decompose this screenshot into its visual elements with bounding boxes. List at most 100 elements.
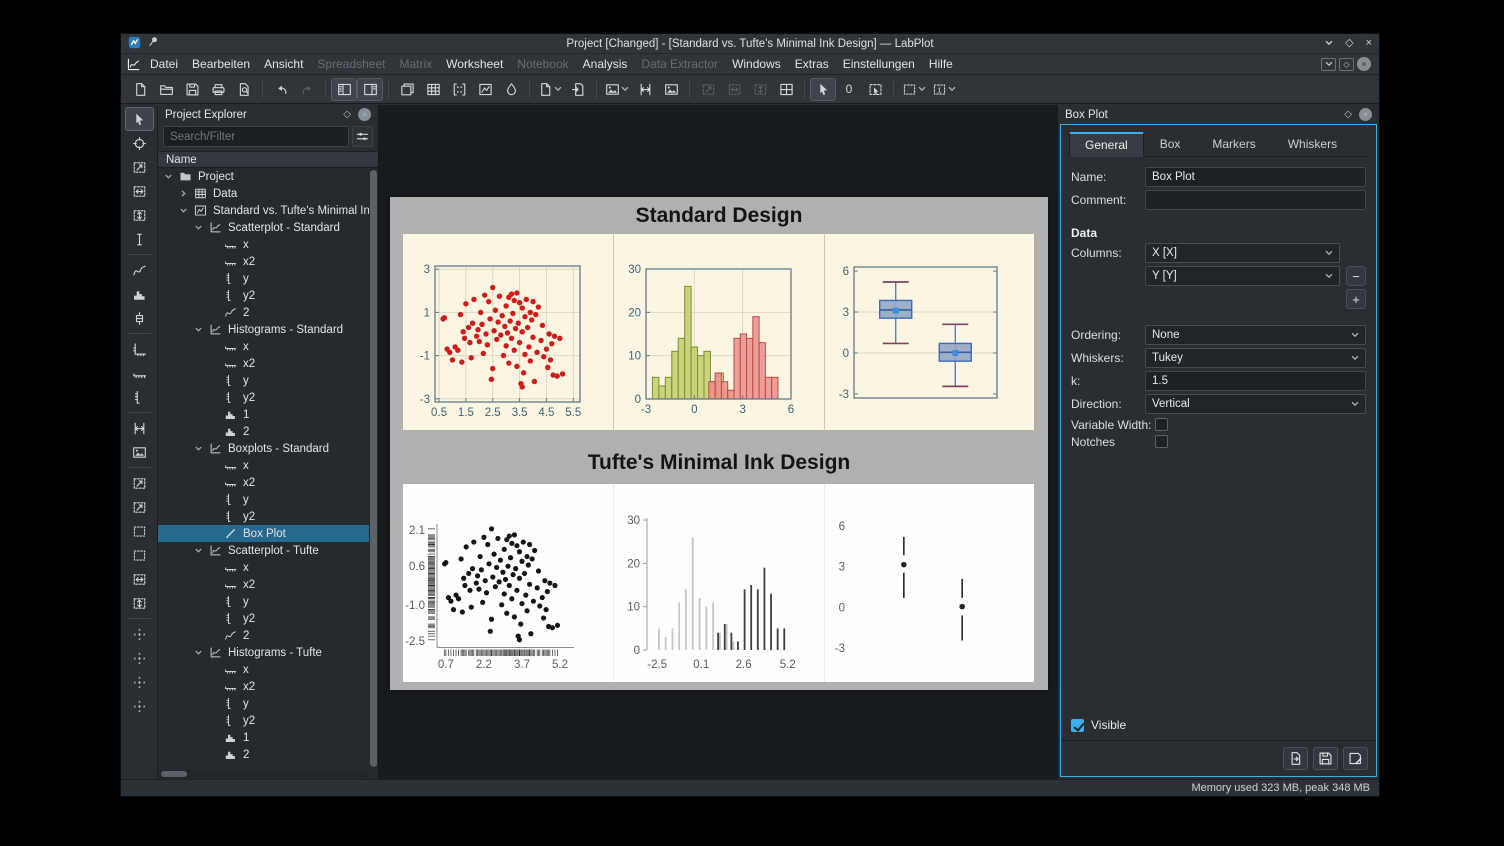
add-column-button[interactable]: +: [1346, 289, 1366, 309]
menu-einstellungen[interactable]: Einstellungen: [836, 55, 922, 73]
comment-input[interactable]: [1145, 190, 1366, 210]
mdi-close-button[interactable]: ×: [1357, 57, 1371, 71]
zoom-y-select-tool-button[interactable]: [125, 203, 154, 227]
worksheet-title-tufte[interactable]: Tufte's Minimal Ink Design: [390, 451, 1048, 475]
boxplot-standard-chart[interactable]: -3036: [823, 234, 1034, 430]
add-text-label-button[interactable]: [125, 416, 154, 440]
load-template-button[interactable]: [1283, 747, 1308, 770]
worksheet-view-area[interactable]: Standard Design Tufte's Minimal Ink Desi…: [379, 105, 1057, 779]
window-shade-button[interactable]: [1325, 38, 1333, 49]
tree-item-project[interactable]: Project: [158, 168, 369, 185]
tree-column-header[interactable]: Name: [158, 151, 378, 168]
tree-item-y2[interactable]: y2: [158, 508, 369, 525]
tree-item-2[interactable]: 2: [158, 304, 369, 321]
tree-item-x2[interactable]: x2: [158, 678, 369, 695]
tree-item-x[interactable]: x: [158, 457, 369, 474]
menu-worksheet[interactable]: Worksheet: [439, 55, 510, 73]
tree-item-x2[interactable]: x2: [158, 474, 369, 491]
explorer-float-button[interactable]: ◇: [343, 110, 351, 120]
add-histogram-button[interactable]: [125, 282, 154, 306]
mdi-restore-button[interactable]: ◇: [1339, 58, 1354, 71]
scatter-tufte-chart[interactable]: 2.10.6-1.0-2.50.72.23.75.2: [403, 484, 613, 682]
tree-item-scatterplot-standard[interactable]: Scatterplot - Standard: [158, 219, 369, 236]
new-matrix-button[interactable]: [446, 78, 472, 101]
zoom-preset-button[interactable]: 1: [929, 78, 959, 101]
tree-horizontal-scrollbar[interactable]: [159, 770, 368, 778]
tree-item-1[interactable]: 1: [158, 406, 369, 423]
new-spreadsheet-button[interactable]: [420, 78, 446, 101]
scatter-standard-chart[interactable]: 0.51.52.53.54.55.531-1-3: [403, 234, 613, 430]
tree-item-1[interactable]: 1: [158, 729, 369, 746]
expander-icon[interactable]: [192, 546, 205, 555]
tree-item-histograms-standard[interactable]: Histograms - Standard: [158, 321, 369, 338]
auto-scale-y-button[interactable]: [125, 591, 154, 615]
whiskers-type-select[interactable]: Tukey: [1145, 348, 1366, 368]
arrange-layout-button[interactable]: [773, 78, 799, 101]
tree-item-x[interactable]: x: [158, 236, 369, 253]
explorer-close-button[interactable]: ×: [358, 108, 371, 121]
ordering-select[interactable]: None: [1145, 325, 1366, 345]
tree-item-y2[interactable]: y2: [158, 610, 369, 627]
window-close-button[interactable]: ×: [1366, 38, 1372, 49]
expander-icon[interactable]: [192, 648, 205, 657]
auto-scale-x-button[interactable]: [125, 567, 154, 591]
expander-icon[interactable]: [192, 325, 205, 334]
tree-item-boxplots-standard[interactable]: Boxplots - Standard: [158, 440, 369, 457]
new-notebook-button[interactable]: [498, 78, 524, 101]
zoom-out-button[interactable]: [125, 495, 154, 519]
tree-item-x2[interactable]: x2: [158, 355, 369, 372]
window-maximize-button[interactable]: ◇: [1345, 38, 1353, 49]
expander-icon[interactable]: [177, 189, 190, 198]
histogram-standard-chart[interactable]: -30360102030: [613, 234, 823, 430]
cursor-line-tool-button[interactable]: [125, 227, 154, 251]
zoom-x-select-tool-button[interactable]: [125, 179, 154, 203]
import-data-button[interactable]: [565, 78, 591, 101]
undo-button[interactable]: [268, 78, 294, 101]
tree-item-2[interactable]: 2: [158, 423, 369, 440]
visible-checkbox[interactable]: [1071, 719, 1084, 732]
new-project-button[interactable]: [127, 78, 153, 101]
name-input[interactable]: [1145, 167, 1366, 187]
menu-bearbeiten[interactable]: Bearbeiten: [185, 55, 257, 73]
tree-item-x[interactable]: x: [158, 559, 369, 576]
save-as-template-button[interactable]: [1343, 747, 1368, 770]
menu-analysis[interactable]: Analysis: [576, 55, 635, 73]
notches-checkbox[interactable]: [1155, 435, 1168, 448]
direction-select[interactable]: Vertical: [1145, 394, 1366, 414]
menu-extras[interactable]: Extras: [788, 55, 836, 73]
new-workbook-button[interactable]: [394, 78, 420, 101]
open-project-button[interactable]: [153, 78, 179, 101]
tree-item-x[interactable]: x: [158, 661, 369, 678]
dock-float-button[interactable]: ◇: [1344, 110, 1352, 120]
tree-item-box-plot[interactable]: Box Plot: [158, 525, 369, 542]
pin-icon[interactable]: [147, 36, 159, 51]
tree-item-x2[interactable]: x2: [158, 576, 369, 593]
remove-column-button[interactable]: −: [1346, 266, 1366, 286]
add-xy-curve-button[interactable]: [125, 258, 154, 282]
shift-down-y-button[interactable]: [125, 694, 154, 718]
worksheet-title-standard[interactable]: Standard Design: [390, 204, 1048, 228]
tab-box[interactable]: Box: [1144, 132, 1197, 157]
worksheet-page[interactable]: Standard Design Tufte's Minimal Ink Desi…: [390, 197, 1048, 690]
shift-right-x-button[interactable]: [125, 646, 154, 670]
add-axis-button[interactable]: [125, 337, 154, 361]
tree-item-y2[interactable]: y2: [158, 712, 369, 729]
tree-item-y[interactable]: y: [158, 593, 369, 610]
add-horizontal-axis-button[interactable]: [125, 361, 154, 385]
zoom-mode-button[interactable]: [602, 78, 632, 101]
save-project-button[interactable]: [179, 78, 205, 101]
add-vertical-axis-button[interactable]: [125, 385, 154, 409]
filter-options-button[interactable]: [352, 126, 373, 147]
select-mode-button[interactable]: [810, 78, 836, 101]
tree-item-y[interactable]: y: [158, 372, 369, 389]
histogram-tufte-chart[interactable]: 0102030-2.50.12.65.2: [613, 484, 823, 682]
menu-hilfe[interactable]: Hilfe: [922, 55, 960, 73]
tree-item-y[interactable]: y: [158, 695, 369, 712]
tree-item-y2[interactable]: y2: [158, 287, 369, 304]
fit-selection-button[interactable]: [632, 78, 658, 101]
auto-scale-button[interactable]: [125, 543, 154, 567]
save-button[interactable]: [1313, 747, 1338, 770]
dock-close-button[interactable]: ×: [1359, 108, 1372, 121]
variable-width-checkbox[interactable]: [1155, 418, 1168, 431]
new-worksheet-button[interactable]: [472, 78, 498, 101]
